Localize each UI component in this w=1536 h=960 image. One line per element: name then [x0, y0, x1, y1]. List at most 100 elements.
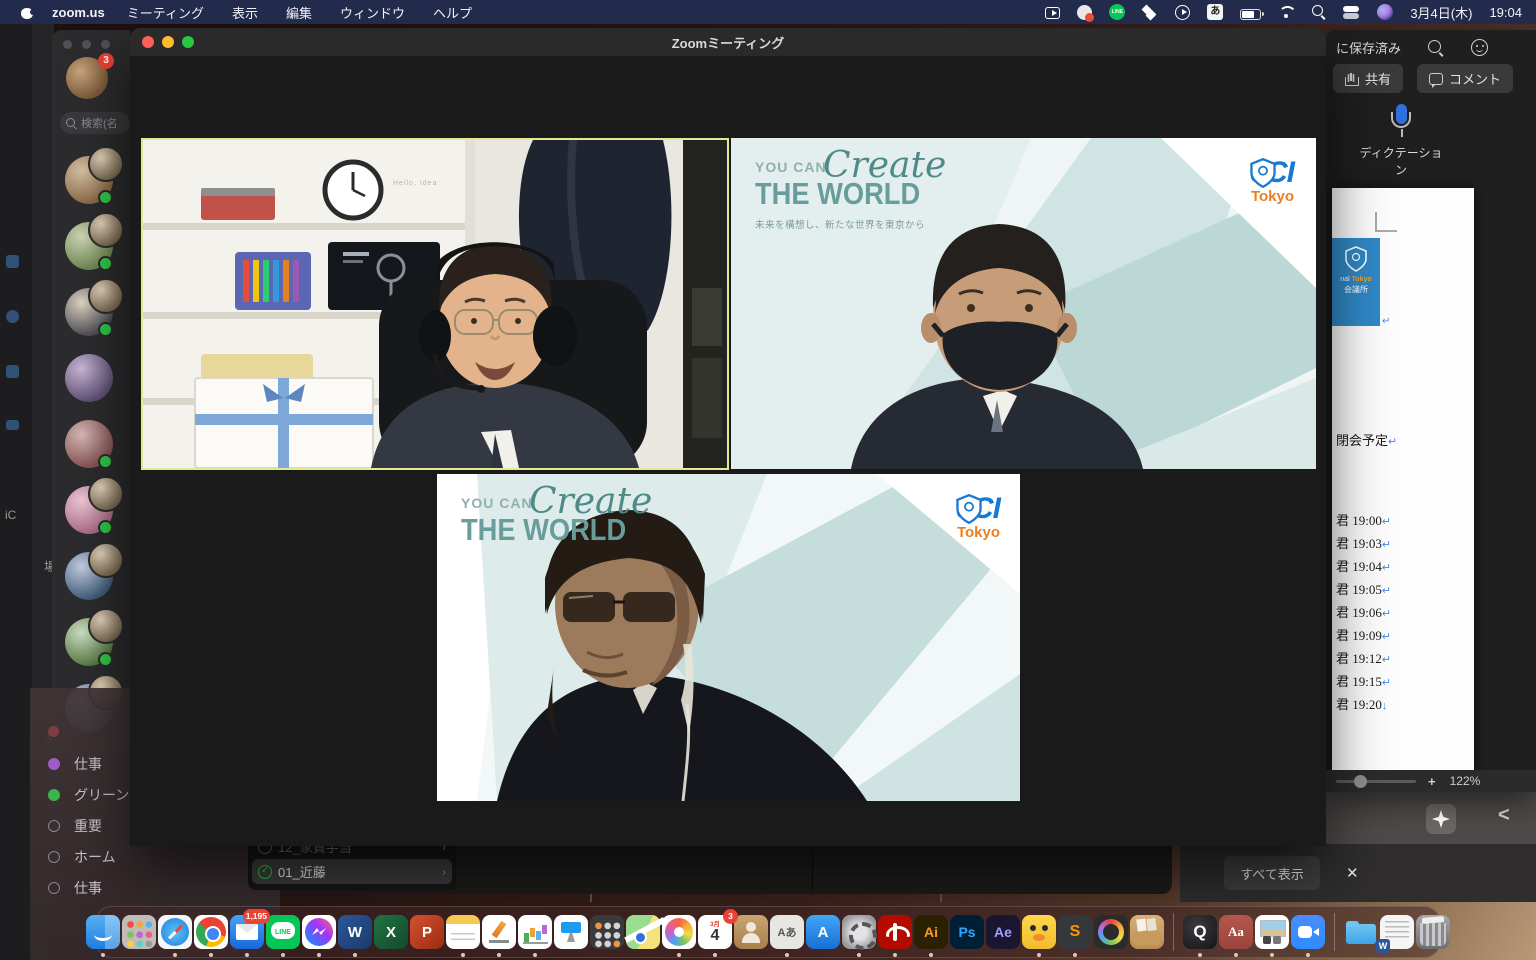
dropbox-status-icon[interactable]	[1142, 5, 1158, 20]
mail-icon[interactable]: 1,195	[230, 915, 264, 949]
editor-sparkle-button[interactable]	[1426, 804, 1456, 834]
minimize-window-button[interactable]	[162, 36, 174, 48]
chat-avatar-item[interactable]	[52, 608, 130, 674]
search-icon[interactable]	[1427, 39, 1445, 57]
chevron-right-icon: ›	[442, 865, 446, 879]
inactive-traffic-lights[interactable]	[63, 40, 110, 49]
feedback-smiley-icon[interactable]	[1471, 39, 1488, 56]
schedule-line: 君 19:09↵	[1336, 625, 1391, 648]
column-divider	[812, 844, 813, 890]
document-page[interactable]: nal Tokyo 会議所 ↵ 閉会予定↵ 君 19:00↵ 君 19:03↵ …	[1332, 188, 1474, 772]
contacts-icon[interactable]	[734, 915, 768, 949]
zoom-slider[interactable]	[1336, 780, 1416, 783]
search-input[interactable]: 検索(名	[60, 112, 130, 134]
chat-avatar-item[interactable]	[52, 146, 130, 212]
app-menus: ミーティング 表示 編集 ウィンドウ ヘルプ	[127, 3, 472, 22]
illustrator-icon[interactable]: Ai	[914, 915, 948, 949]
dictation-button[interactable]: ディクテーション	[1356, 104, 1446, 178]
calculator-icon[interactable]	[590, 915, 624, 949]
chat-avatar-item[interactable]	[52, 212, 130, 278]
menubar-item[interactable]: ウィンドウ	[340, 3, 405, 22]
video-tile-masked-participant[interactable]: YOU CAN Create THE WORLD 未来を構想し、新たな世界を東京…	[731, 138, 1316, 469]
siri-icon[interactable]	[1377, 4, 1393, 20]
duck-icon[interactable]	[1022, 915, 1056, 949]
dictionary-red-icon[interactable]: Aa	[1219, 915, 1253, 949]
chrome-icon[interactable]	[194, 915, 228, 949]
menubar-item[interactable]: ヘルプ	[433, 3, 472, 22]
avatar-secondary	[88, 146, 124, 182]
word-icon[interactable]: W	[338, 915, 372, 949]
running-indicator-dot	[677, 953, 681, 957]
finder-icon[interactable]	[86, 915, 120, 949]
status-area: LINE あ 3月4日(木) 19:04	[1045, 3, 1536, 22]
creative-cloud-icon[interactable]	[1094, 915, 1128, 949]
play-circle-icon[interactable]	[1175, 5, 1190, 20]
quicktime-icon[interactable]: Q	[1183, 915, 1217, 949]
apple-menu-icon[interactable]	[20, 5, 34, 19]
menubar-item[interactable]: ミーティング	[127, 3, 204, 22]
photos-icon[interactable]	[662, 915, 696, 949]
calendar-icon[interactable]: 3月 4 3	[698, 915, 732, 949]
active-app-name[interactable]: zoom.us	[52, 5, 105, 20]
line-status-icon[interactable]: LINE	[1109, 4, 1125, 20]
word-window: に保存済み 共有 コメント ディクテーション	[1326, 30, 1536, 792]
excel-icon[interactable]: X	[374, 915, 408, 949]
spotlight-icon[interactable]	[1312, 5, 1326, 19]
control-center-icon[interactable]	[1343, 6, 1360, 19]
close-icon[interactable]: ✕	[1346, 864, 1359, 882]
sublime-icon[interactable]: S	[1058, 915, 1092, 949]
powerpoint-icon[interactable]: P	[410, 915, 444, 949]
share-button[interactable]: 共有	[1333, 64, 1403, 93]
profile-avatar[interactable]: 3	[66, 57, 108, 99]
menubar-item[interactable]: 編集	[286, 3, 312, 22]
video-tile-active-speaker[interactable]: Hello, Idea	[141, 138, 729, 470]
mini-doc-icon[interactable]: W	[1380, 915, 1414, 949]
notes-icon[interactable]	[446, 915, 480, 949]
screen-recording-icon[interactable]	[1045, 7, 1060, 19]
comment-button[interactable]: コメント	[1417, 64, 1513, 93]
dictionary-icon[interactable]: Aあ	[770, 915, 804, 949]
settings-icon[interactable]	[842, 915, 876, 949]
keynote-icon[interactable]	[554, 915, 588, 949]
file-box-icon[interactable]	[1130, 915, 1164, 949]
numbers-icon[interactable]	[518, 915, 552, 949]
zoom-icon[interactable]	[1291, 915, 1325, 949]
video-tile-backlit-participant[interactable]: YOU CAN Create THE WORLD JCI Tokyo	[437, 474, 1020, 801]
menubar-time[interactable]: 19:04	[1489, 5, 1522, 20]
window-titlebar[interactable]: Zoomミーティング	[130, 28, 1326, 56]
chat-avatar-item[interactable]	[52, 542, 130, 608]
preview-icon[interactable]	[1255, 915, 1289, 949]
chat-avatar-item[interactable]	[52, 476, 130, 542]
acrobat-icon[interactable]	[878, 915, 912, 949]
menubar-date[interactable]: 3月4日(木)	[1410, 3, 1472, 22]
wifi-icon[interactable]	[1278, 6, 1295, 19]
zoom-control-bar: + 122%	[1326, 770, 1536, 792]
battery-icon[interactable]	[1240, 9, 1261, 20]
chat-avatar-item[interactable]	[52, 410, 130, 476]
pages-icon[interactable]	[482, 915, 516, 949]
aftereffects-icon[interactable]: Ae	[986, 915, 1020, 949]
launchpad-icon[interactable]	[122, 915, 156, 949]
show-all-button[interactable]: すべて表示	[1224, 856, 1320, 890]
photoshop-icon[interactable]: Ps	[950, 915, 984, 949]
dock: 1,195 LINE W	[95, 906, 1441, 958]
messenger-icon[interactable]	[302, 915, 336, 949]
task-row-selected[interactable]: 01_近藤 ›	[252, 859, 452, 884]
reminder-list-item[interactable]: 仕事	[48, 872, 280, 903]
close-window-button[interactable]	[142, 36, 154, 48]
monosnap-icon[interactable]	[1077, 5, 1092, 20]
chat-avatar-item[interactable]	[52, 278, 130, 344]
line-icon[interactable]: LINE	[266, 915, 300, 949]
maps-icon[interactable]	[626, 915, 660, 949]
folder-icon[interactable]	[1344, 915, 1378, 949]
trash-icon[interactable]	[1416, 915, 1450, 949]
safari-icon[interactable]	[158, 915, 192, 949]
zoom-in-button[interactable]: +	[1428, 774, 1436, 789]
ime-kana-icon[interactable]: あ	[1207, 4, 1223, 20]
menubar-item[interactable]: 表示	[232, 3, 258, 22]
chat-avatar-item[interactable]	[52, 344, 130, 410]
zoom-slider-knob[interactable]	[1354, 775, 1367, 788]
fullscreen-window-button[interactable]	[182, 36, 194, 48]
collapse-chevron[interactable]: <	[1498, 804, 1510, 827]
appstore-icon[interactable]: A	[806, 915, 840, 949]
